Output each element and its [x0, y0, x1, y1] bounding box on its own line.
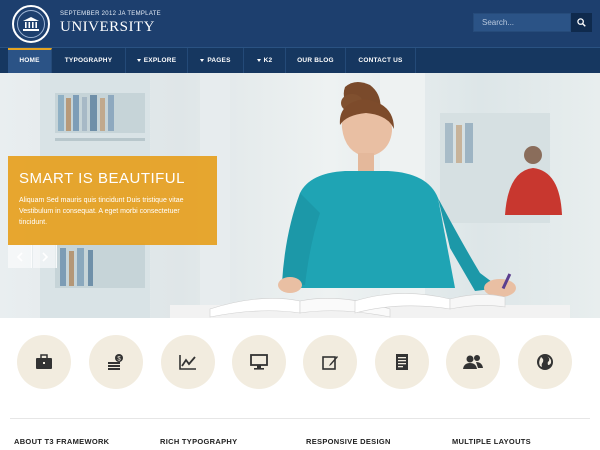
nav-item-home[interactable]: HOME [8, 48, 52, 74]
nav-item-contact-us[interactable]: CONTACT US [346, 48, 416, 74]
edit-icon [321, 355, 338, 370]
chevron-down-icon [200, 58, 205, 62]
briefcase-icon [36, 354, 52, 369]
column-title-typography: RICH TYPOGRAPHY [160, 437, 238, 446]
university-logo[interactable] [12, 5, 50, 43]
money-icon: $ [108, 354, 123, 370]
feature-icons-row: $ [0, 318, 600, 418]
nav-item-label: HOME [19, 57, 40, 64]
search-icon [577, 18, 586, 27]
chevron-left-icon [16, 251, 23, 262]
site-tagline: SEPTEMBER 2012 JA TEMPLATE [60, 11, 161, 17]
feature-monitor[interactable] [232, 335, 286, 389]
nav-item-pages[interactable]: PAGES [188, 48, 244, 74]
feature-money[interactable]: $ [89, 335, 143, 389]
users-icon [463, 355, 483, 369]
search-button[interactable] [571, 13, 592, 32]
building-icon [23, 17, 39, 31]
feature-document[interactable] [375, 335, 429, 389]
column-title-layouts: MULTIPLE LAYOUTS [452, 437, 531, 446]
feature-users[interactable] [446, 335, 500, 389]
slide-caption-title: SMART IS BEAUTIFUL [19, 170, 185, 187]
nav-item-label: TYPOGRAPHY [64, 57, 113, 64]
line-chart-icon [179, 355, 196, 370]
feature-briefcase[interactable] [17, 335, 71, 389]
monitor-icon [250, 354, 268, 370]
nav-item-label: K2 [263, 57, 273, 64]
nav-item-label: EXPLORE [143, 57, 177, 64]
feature-edit[interactable] [303, 335, 357, 389]
slider-next-button[interactable] [33, 245, 57, 268]
column-title-about: ABOUT T3 FRAMEWORK [14, 437, 110, 446]
nav-item-our-blog[interactable]: OUR BLOG [286, 48, 346, 74]
slide-caption-text: Aliquam Sed mauris quis tincidunt Duis t… [19, 197, 184, 226]
nav-item-label: CONTACT US [358, 57, 403, 64]
slider-prev-button[interactable] [8, 245, 32, 268]
globe-icon [537, 354, 553, 370]
site-title[interactable]: UNIVERSITY [60, 19, 155, 36]
slide-caption: SMART IS BEAUTIFUL Aliquam Sed mauris qu… [8, 156, 217, 245]
nav-item-label: PAGES [207, 57, 231, 64]
hero-slider: SMART IS BEAUTIFUL Aliquam Sed mauris qu… [0, 73, 600, 318]
chevron-down-icon [256, 58, 261, 62]
search-input[interactable] [473, 13, 571, 32]
chevron-down-icon [136, 58, 141, 62]
section-divider [10, 418, 590, 419]
nav-item-label: OUR BLOG [297, 57, 334, 64]
nav-item-typography[interactable]: TYPOGRAPHY [52, 48, 126, 74]
chevron-right-icon [41, 251, 48, 262]
nav-item-explore[interactable]: EXPLORE [126, 48, 188, 74]
feature-globe[interactable] [518, 335, 572, 389]
feature-chart[interactable] [161, 335, 215, 389]
site-header: SEPTEMBER 2012 JA TEMPLATE UNIVERSITY [0, 0, 600, 47]
document-icon [396, 354, 408, 370]
main-nav: HOME TYPOGRAPHY EXPLORE PAGES K2 OUR BLO… [0, 47, 600, 74]
nav-item-k2[interactable]: K2 [244, 48, 286, 74]
column-title-responsive: RESPONSIVE DESIGN [306, 437, 391, 446]
logo-seal-ring [17, 10, 45, 38]
